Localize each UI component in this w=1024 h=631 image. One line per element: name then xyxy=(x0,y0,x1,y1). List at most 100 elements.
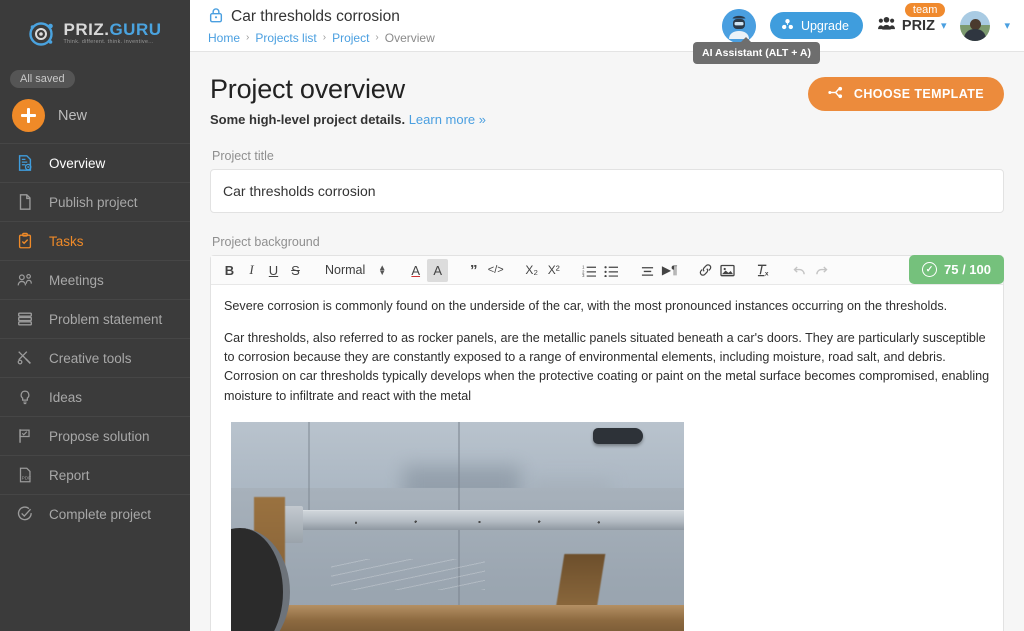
ordered-list-icon[interactable]: 123 xyxy=(579,259,600,282)
corrosion-photo xyxy=(231,421,684,631)
sidebar-item-ideas[interactable]: Ideas xyxy=(0,377,190,416)
all-saved-badge: All saved xyxy=(10,70,75,88)
italic-button[interactable]: I xyxy=(241,259,262,282)
breadcrumb-current: Overview xyxy=(384,30,435,45)
score-badge: ✓ 75 / 100 xyxy=(909,255,1004,284)
document-eye-icon xyxy=(14,152,36,174)
sidebar-item-label: Propose solution xyxy=(49,428,150,444)
background-paragraph: Car thresholds, also referred to as rock… xyxy=(224,331,990,403)
sidebar: PRIZ.GURU Think. different. think. inven… xyxy=(0,0,190,631)
team-icon xyxy=(877,16,896,36)
subscript-button[interactable]: X₂ xyxy=(521,259,542,282)
sidebar-item-tasks[interactable]: Tasks xyxy=(0,221,190,260)
lock-icon xyxy=(208,7,224,28)
breadcrumb-separator: › xyxy=(375,32,379,43)
upgrade-label: Upgrade xyxy=(800,18,849,33)
page-icon xyxy=(14,191,36,213)
sidebar-item-complete-project[interactable]: Complete project xyxy=(0,494,190,533)
breadcrumb-project[interactable]: Project xyxy=(332,31,369,45)
redo-icon[interactable] xyxy=(811,259,832,282)
clipboard-check-icon xyxy=(14,230,36,252)
rtl-direction-icon[interactable]: ▶¶ xyxy=(659,259,680,282)
pdf-icon: PDF xyxy=(14,464,36,486)
sidebar-item-overview[interactable]: Overview xyxy=(0,143,190,182)
clear-format-icon[interactable]: x xyxy=(753,259,774,282)
highlight-color-button[interactable]: A xyxy=(427,258,449,282)
sidebar-item-label: Overview xyxy=(49,155,106,171)
sidebar-item-label: Complete project xyxy=(49,506,152,522)
sidebar-item-label: Problem statement xyxy=(49,311,163,327)
link-icon[interactable] xyxy=(695,259,716,282)
sidebar-item-label: Tasks xyxy=(49,233,84,249)
bullet-list-icon[interactable] xyxy=(601,259,622,282)
undo-icon[interactable] xyxy=(789,259,810,282)
choose-template-label: CHOOSE TEMPLATE xyxy=(853,87,984,101)
align-icon[interactable] xyxy=(637,259,658,282)
underline-button[interactable]: U xyxy=(263,259,284,282)
page-content: Project overview Some high-level project… xyxy=(190,52,1024,631)
app-root: PRIZ.GURU Think. different. think. inven… xyxy=(0,0,1024,631)
svg-text:x: x xyxy=(765,271,769,277)
stack-icon xyxy=(14,308,36,330)
text-color-button[interactable]: A xyxy=(405,259,426,282)
block-format-value: Normal xyxy=(325,263,366,277)
upgrade-button[interactable]: Upgrade xyxy=(769,12,863,39)
lightbulb-icon xyxy=(14,386,36,408)
editor-toolbar: B I U S Normal ▲ ▼ A A ” </> X₂ X² 1 2 3… xyxy=(211,256,1003,285)
project-name: Car thresholds corrosion xyxy=(231,8,400,25)
superscript-button[interactable]: X² xyxy=(543,259,564,282)
breadcrumb-separator: › xyxy=(246,32,250,43)
top-bar: Car thresholds corrosion Home › Projects… xyxy=(190,0,1024,64)
logo-word-guru: GURU xyxy=(109,19,162,39)
chevron-down-icon[interactable]: ▾ xyxy=(1004,19,1010,32)
app-logo[interactable]: PRIZ.GURU Think. different. think. inven… xyxy=(0,0,190,62)
template-icon xyxy=(828,85,845,103)
strikethrough-button[interactable]: S xyxy=(285,259,306,282)
block-format-select[interactable]: Normal ▲ ▼ xyxy=(321,259,390,282)
learn-more-link[interactable]: Learn more » xyxy=(409,112,486,127)
breadcrumb-separator: › xyxy=(322,32,327,43)
avatar[interactable] xyxy=(960,10,991,41)
chevron-down-icon[interactable]: ▾ xyxy=(941,19,947,32)
sidebar-item-label: Creative tools xyxy=(49,350,132,366)
logo-word-priz: PRIZ. xyxy=(63,19,110,39)
logo-tagline: Think. different. think. inventive... xyxy=(63,38,154,45)
project-title-input[interactable] xyxy=(210,169,1004,213)
blockquote-button[interactable]: ” xyxy=(463,259,484,282)
sidebar-item-label: Report xyxy=(49,467,90,483)
flag-check-icon xyxy=(14,425,36,447)
check-circle-icon: ✓ xyxy=(922,262,937,277)
plus-icon xyxy=(12,99,45,132)
sidebar-item-meetings[interactable]: Meetings xyxy=(0,260,190,299)
sidebar-item-publish-project[interactable]: Publish project xyxy=(0,182,190,221)
svg-text:3: 3 xyxy=(582,273,585,277)
sidebar-item-label: Meetings xyxy=(49,272,104,288)
code-button[interactable]: </> xyxy=(485,259,506,282)
score-value: 75 / 100 xyxy=(944,262,991,277)
main-area: Car thresholds corrosion Home › Projects… xyxy=(190,0,1024,631)
page-subtitle: Some high-level project details. xyxy=(210,112,406,127)
team-badge: team xyxy=(904,2,946,17)
sidebar-item-label: Ideas xyxy=(49,389,83,405)
project-background-label: Project background xyxy=(212,235,320,249)
choose-template-button[interactable]: CHOOSE TEMPLATE xyxy=(807,77,1004,111)
breadcrumb-home[interactable]: Home xyxy=(208,31,240,45)
rich-text-editor: B I U S Normal ▲ ▼ A A ” </> X₂ X² 1 2 3… xyxy=(210,255,1004,631)
bold-button[interactable]: B xyxy=(219,259,240,282)
new-button-label: New xyxy=(58,107,88,124)
priz-guru-logo-icon xyxy=(29,22,54,46)
sidebar-item-creative-tools[interactable]: Creative tools xyxy=(0,338,190,377)
sidebar-item-report[interactable]: PDF Report xyxy=(0,455,190,494)
tools-icon xyxy=(14,347,36,369)
new-button[interactable]: New xyxy=(0,88,190,143)
sidebar-item-problem-statement[interactable]: Problem statement xyxy=(0,299,190,338)
team-selector[interactable]: PRIZ team ▾ xyxy=(877,2,947,36)
updown-icon: ▲ ▼ xyxy=(378,263,387,277)
sidebar-item-propose-solution[interactable]: Propose solution xyxy=(0,416,190,455)
breadcrumb: Home › Projects list › Project › Overvie… xyxy=(208,31,435,45)
editor-body[interactable]: Severe corrosion is commonly found on th… xyxy=(211,285,1003,631)
people-icon xyxy=(14,269,36,291)
breadcrumb-projects-list[interactable]: Projects list xyxy=(255,31,316,45)
image-icon[interactable] xyxy=(717,259,738,282)
upgrade-icon xyxy=(780,17,795,35)
